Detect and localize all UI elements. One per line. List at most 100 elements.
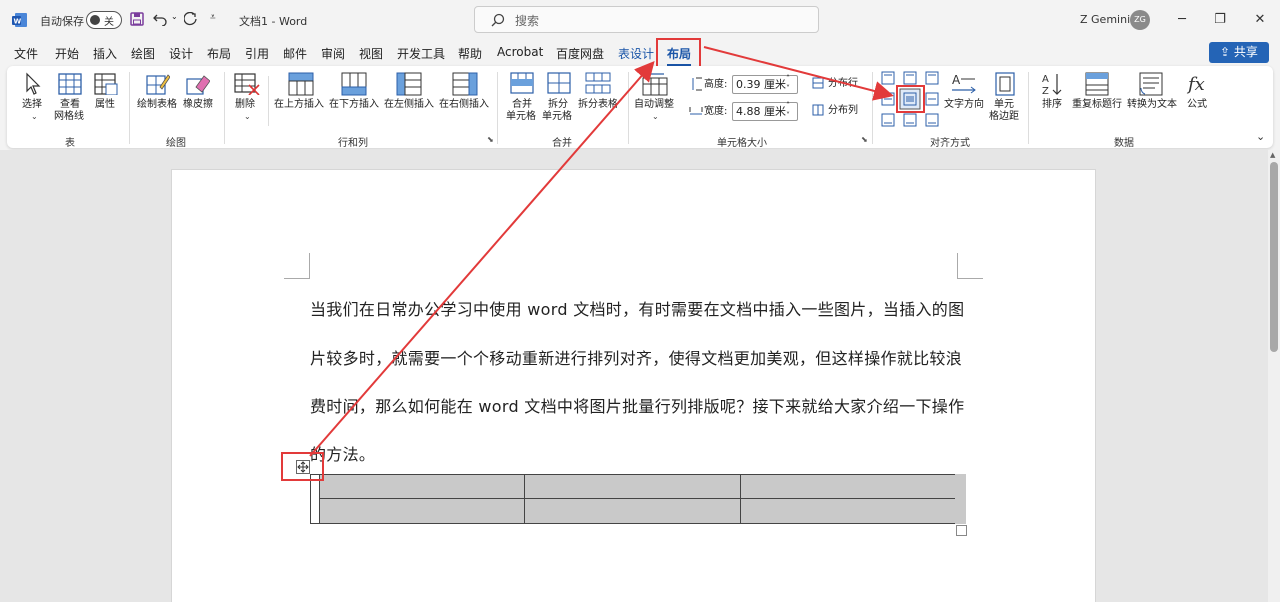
merge-cells-label2[interactable]: 单元格 [506, 111, 536, 123]
draw-table-button[interactable]: 绘制表格 [137, 99, 177, 111]
delete-table-icon[interactable] [234, 73, 260, 95]
tab-review[interactable]: 审阅 [321, 45, 345, 62]
undo-icon[interactable] [153, 12, 167, 26]
split-cells-label2[interactable]: 单元格 [542, 111, 572, 123]
tab-table-design[interactable]: 表设计 [618, 45, 654, 62]
insert-left-button[interactable]: 在左侧插入 [384, 99, 434, 111]
tab-draw[interactable]: 绘图 [131, 45, 155, 62]
table-cell[interactable] [319, 498, 525, 524]
merge-cells-icon[interactable] [510, 72, 534, 94]
table-cell[interactable] [524, 474, 741, 499]
search-box[interactable]: 搜索 [474, 6, 819, 33]
tab-file[interactable]: 文件 [14, 45, 38, 62]
collapse-ribbon-icon[interactable]: ⌄ [1256, 130, 1265, 143]
table-resize-handle[interactable] [956, 525, 967, 536]
scroll-up-icon[interactable]: ▲ [1270, 151, 1275, 159]
cell-margins-label1[interactable]: 单元 [994, 99, 1014, 111]
rows-cols-launcher-icon[interactable]: ⬊ [487, 135, 494, 144]
undo-dropdown-icon[interactable]: ⌄ [171, 12, 178, 21]
customize-toolbar-icon[interactable]: ⩡ [210, 12, 216, 23]
draw-table-icon[interactable] [146, 73, 170, 95]
tab-view[interactable]: 视图 [359, 45, 383, 62]
width-label: 宽度: [704, 106, 728, 117]
select-button[interactable]: 选择 [22, 99, 42, 111]
tab-insert[interactable]: 插入 [93, 45, 117, 62]
tab-acrobat[interactable]: Acrobat [497, 45, 543, 59]
autofit-icon[interactable] [642, 72, 668, 96]
tab-design[interactable]: 设计 [169, 45, 193, 62]
save-icon[interactable] [130, 12, 144, 26]
table-cell[interactable] [524, 498, 741, 524]
view-gridlines-label2[interactable]: 网格线 [54, 111, 84, 123]
table-cell[interactable] [319, 474, 525, 499]
split-table-button[interactable]: 拆分表格 [578, 99, 618, 111]
tab-home[interactable]: 开始 [55, 45, 79, 62]
width-spinner-icon[interactable]: ˄ ˅ [786, 101, 790, 121]
repeat-header-icon[interactable] [1085, 72, 1111, 96]
delete-button[interactable]: 删除 [235, 99, 255, 111]
tab-developer[interactable]: 开发工具 [397, 45, 445, 62]
insert-left-icon[interactable] [396, 72, 422, 96]
tab-layout[interactable]: 布局 [207, 45, 231, 62]
insert-above-icon[interactable] [288, 72, 314, 96]
text-direction-icon[interactable]: A [951, 72, 977, 96]
tab-references[interactable]: 引用 [245, 45, 269, 62]
formula-icon[interactable]: fx [1186, 72, 1210, 96]
ribbon-separator [1028, 72, 1029, 144]
select-cursor-icon[interactable] [24, 72, 44, 96]
autofit-button[interactable]: 自动调整 [634, 99, 674, 111]
scrollbar-thumb[interactable] [1270, 162, 1278, 352]
eraser-button[interactable]: 橡皮擦 [183, 99, 213, 111]
table-cell[interactable] [740, 498, 956, 524]
redo-icon[interactable] [184, 12, 198, 26]
insert-right-button[interactable]: 在右侧插入 [439, 99, 489, 111]
merge-cells-label1[interactable]: 合并 [512, 99, 532, 111]
svg-text:W: W [14, 18, 22, 26]
paragraph-line[interactable]: 当我们在日常办公学习中使用 word 文档时，有时需要在文档中插入一些图片，当插… [310, 296, 964, 320]
autosave-toggle[interactable]: 关 [86, 11, 122, 29]
distribute-rows-button[interactable]: 分布行 [828, 78, 858, 90]
delete-dropdown-icon[interactable]: ⌄ [244, 112, 251, 121]
insert-below-button[interactable]: 在下方插入 [329, 99, 379, 111]
split-table-icon[interactable] [585, 72, 611, 94]
tab-mailings[interactable]: 邮件 [283, 45, 307, 62]
cell-margins-icon[interactable] [993, 72, 1017, 96]
autofit-dropdown-icon[interactable]: ⌄ [652, 112, 659, 121]
table-cell[interactable] [740, 474, 956, 499]
height-spinner-icon[interactable]: ˄ ˅ [786, 74, 790, 94]
eraser-icon[interactable] [186, 73, 210, 95]
tab-baidu[interactable]: 百度网盘 [556, 45, 604, 62]
formula-button[interactable]: 公式 [1187, 99, 1207, 111]
share-button[interactable]: ⇪ 共享 [1209, 42, 1269, 63]
close-icon[interactable]: ✕ [1250, 10, 1270, 30]
insert-above-button[interactable]: 在上方插入 [274, 99, 324, 111]
restore-icon[interactable]: ❐ [1210, 10, 1230, 30]
distribute-cols-icon[interactable] [812, 104, 824, 116]
insert-right-icon[interactable] [452, 72, 478, 96]
split-cells-label1[interactable]: 拆分 [548, 99, 568, 111]
gridlines-icon[interactable] [58, 73, 82, 95]
sort-icon[interactable]: A Z [1041, 72, 1065, 96]
distribute-cols-button[interactable]: 分布列 [828, 105, 858, 117]
split-cells-icon[interactable] [547, 72, 571, 94]
select-dropdown-icon[interactable]: ⌄ [31, 112, 38, 121]
cell-size-launcher-icon[interactable]: ⬊ [861, 135, 868, 144]
document-page[interactable] [171, 169, 1096, 602]
convert-to-text-icon[interactable] [1139, 72, 1165, 96]
sort-button[interactable]: 排序 [1042, 99, 1062, 111]
properties-icon[interactable] [94, 73, 118, 95]
distribute-rows-icon[interactable] [812, 77, 824, 89]
convert-to-text-button[interactable]: 转换为文本 [1127, 99, 1177, 111]
view-gridlines-label1[interactable]: 查看 [60, 99, 80, 111]
minimize-icon[interactable]: ─ [1172, 10, 1192, 30]
paragraph-line[interactable]: 片较多时，就需要一个个移动重新进行排列对齐，使得文档更加美观，但这样操作就比较浪 [310, 345, 962, 369]
group-label-draw: 绘图 [166, 138, 186, 149]
insert-below-icon[interactable] [341, 72, 367, 96]
tab-help[interactable]: 帮助 [458, 45, 482, 62]
paragraph-line[interactable]: 费时间，那么如何能在 word 文档中将图片批量行列排版呢？接下来就给大家介绍一… [310, 393, 964, 417]
properties-button[interactable]: 属性 [95, 99, 115, 111]
repeat-header-button[interactable]: 重复标题行 [1072, 99, 1122, 111]
cell-margins-label2[interactable]: 格边距 [989, 111, 1019, 123]
avatar[interactable]: ZG [1130, 10, 1150, 30]
text-direction-button[interactable]: 文字方向 [944, 99, 984, 111]
